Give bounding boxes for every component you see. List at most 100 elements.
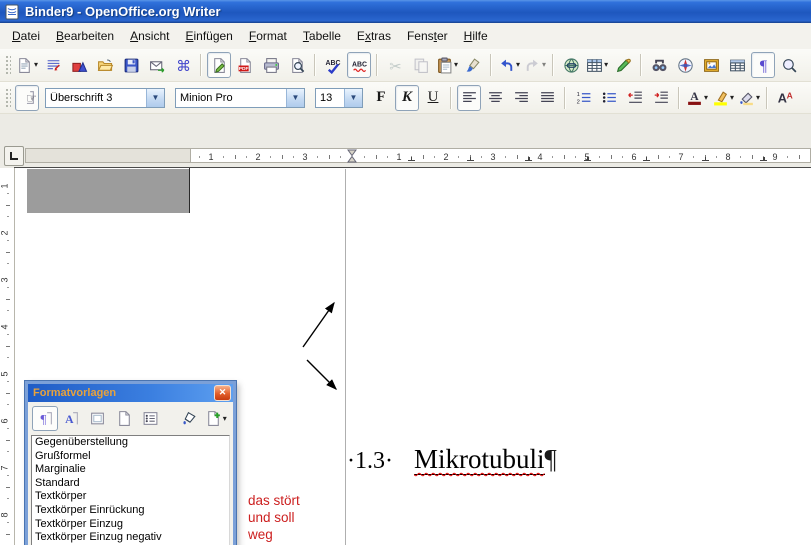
toolbar-grip[interactable] [4,87,11,109]
new-document-dropdown-icon[interactable]: ▾ [34,61,38,69]
menu-einfügen[interactable]: Einfügen [177,25,240,47]
edit-file-button[interactable] [207,52,231,78]
mail-document-button[interactable] [145,52,169,78]
zoom-button[interactable] [777,52,801,78]
list-styles-button[interactable] [137,406,163,431]
page-preview-button[interactable] [285,52,309,78]
spellcheck-button[interactable]: ABC [321,52,345,78]
hyperlink-button[interactable] [559,52,583,78]
format-paintbrush-button[interactable] [461,52,485,78]
menu-hilfe[interactable]: Hilfe [456,25,496,47]
style-item[interactable]: Textkörper [32,490,229,504]
align-right-button[interactable] [509,85,533,111]
font-name-combo[interactable]: Minion Pro ▼ [175,88,305,108]
character-styles-button[interactable]: A [58,406,84,431]
vertical-ruler[interactable]: 12345678 [0,168,15,545]
svg-text:☞: ☞ [25,91,35,106]
underline-button[interactable]: U [421,85,445,111]
indent-marker[interactable] [347,149,357,168]
open-button[interactable] [93,52,117,78]
print-button[interactable] [259,52,283,78]
paragraph-style-combo[interactable]: Überschrift 3 ▼ [45,88,165,108]
paste-button[interactable]: ▾ [435,52,459,78]
font-combo-arrow-icon[interactable]: ▼ [286,89,304,107]
export-pdf-button[interactable]: PDF [233,52,257,78]
paste-dropdown-icon[interactable]: ▾ [454,61,458,69]
italic-button[interactable]: K [395,85,419,111]
align-center-button[interactable] [483,85,507,111]
size-combo-arrow-icon[interactable]: ▼ [344,89,362,107]
style-item[interactable]: Textkörper Einzug negativ [32,531,229,545]
menu-datei[interactable]: Datei [4,25,48,47]
menu-bearbeiten[interactable]: Bearbeiten [48,25,122,47]
style-item[interactable]: Standard [32,477,229,491]
character-scale-button[interactable]: AA [773,85,797,111]
paragraph-style-value: Überschrift 3 [50,92,112,104]
numbered-list-button[interactable]: 12 [571,85,595,111]
frame-styles-button[interactable] [85,406,111,431]
save-button[interactable] [119,52,143,78]
style-item[interactable]: Marginalie [32,463,229,477]
background-color-dropdown-icon[interactable]: ▾ [756,94,760,102]
new-document-button[interactable]: ▾ [15,52,39,78]
font-color-dropdown-icon[interactable]: ▾ [704,94,708,102]
annotation-line: und soll [248,509,300,526]
draw-functions-button[interactable] [611,52,635,78]
font-color-button[interactable]: A▾ [685,85,709,111]
new-style-from-selection-button[interactable]: ▾ [203,406,229,431]
heading-1-3[interactable]: ·1.3·Mikrotubuli¶ [347,444,557,475]
align-left-button[interactable] [457,85,481,111]
bullet-list-icon [601,89,618,106]
auto-spellcheck-button[interactable]: ABC [347,52,371,78]
nonprinting-characters-button[interactable]: ¶ [751,52,775,78]
style-combo-arrow-icon[interactable]: ▼ [146,89,164,107]
style-item[interactable]: Grußformel [32,450,229,464]
bold-label: F [376,90,385,105]
increase-indent-button[interactable] [649,85,673,111]
command-button[interactable]: ⌘ [171,52,195,78]
undo-dropdown-icon[interactable]: ▾ [516,61,520,69]
page-styles-button[interactable] [111,406,137,431]
styles-list[interactable]: GegenüberstellungGrußformelMarginalieSta… [31,435,230,545]
styles-window-button[interactable]: ☞ [15,85,39,111]
cut-button[interactable]: ✂ [383,52,407,78]
style-item[interactable]: Gegenüberstellung [32,436,229,450]
menu-fenster[interactable]: Fenster [399,25,456,47]
toolbar-grip[interactable] [4,54,11,76]
insert-table-dropdown-icon[interactable]: ▾ [604,61,608,69]
undo-button[interactable]: ▾ [497,52,521,78]
font-size-combo[interactable]: 13 ▼ [315,88,363,108]
background-color-button[interactable]: ▾ [737,85,761,111]
redo-button[interactable]: ▾ [523,52,547,78]
increase-indent-icon [653,89,670,106]
navigator-button[interactable] [673,52,697,78]
data-sources-button[interactable] [725,52,749,78]
highlighting-dropdown-icon[interactable]: ▾ [730,94,734,102]
redo-dropdown-icon[interactable]: ▾ [542,61,546,69]
tab-type-button[interactable] [4,146,24,166]
align-justify-button[interactable] [535,85,559,111]
copy-button[interactable] [409,52,433,78]
styles-panel-titlebar[interactable]: Formatvorlagen ✕ [28,384,233,402]
fill-format-mode-button[interactable] [176,406,202,431]
style-item[interactable]: Textkörper Einzug [32,518,229,532]
decrease-indent-button[interactable] [623,85,647,111]
menu-ansicht[interactable]: Ansicht [122,25,177,47]
new-style-from-selection-dropdown-icon[interactable]: ▾ [223,415,227,423]
insert-table-button[interactable]: ▾ [585,52,609,78]
canvas-margin-area [27,169,189,213]
draw-shapes-button[interactable] [67,52,91,78]
menu-format[interactable]: Format [241,25,295,47]
menu-tabelle[interactable]: Tabelle [295,25,349,47]
bold-button[interactable]: F [369,85,393,111]
close-icon[interactable]: ✕ [214,385,231,401]
find-replace-button[interactable] [647,52,671,78]
gallery-button[interactable] [699,52,723,78]
bullet-list-button[interactable] [597,85,621,111]
highlighting-button[interactable]: ▾ [711,85,735,111]
menu-extras[interactable]: Extras [349,25,399,47]
horizontal-ruler[interactable]: 321123456789 [190,148,811,163]
paragraph-styles-button[interactable]: ¶ [32,406,58,431]
autotext-button[interactable] [41,52,65,78]
style-item[interactable]: Textkörper Einrückung [32,504,229,518]
